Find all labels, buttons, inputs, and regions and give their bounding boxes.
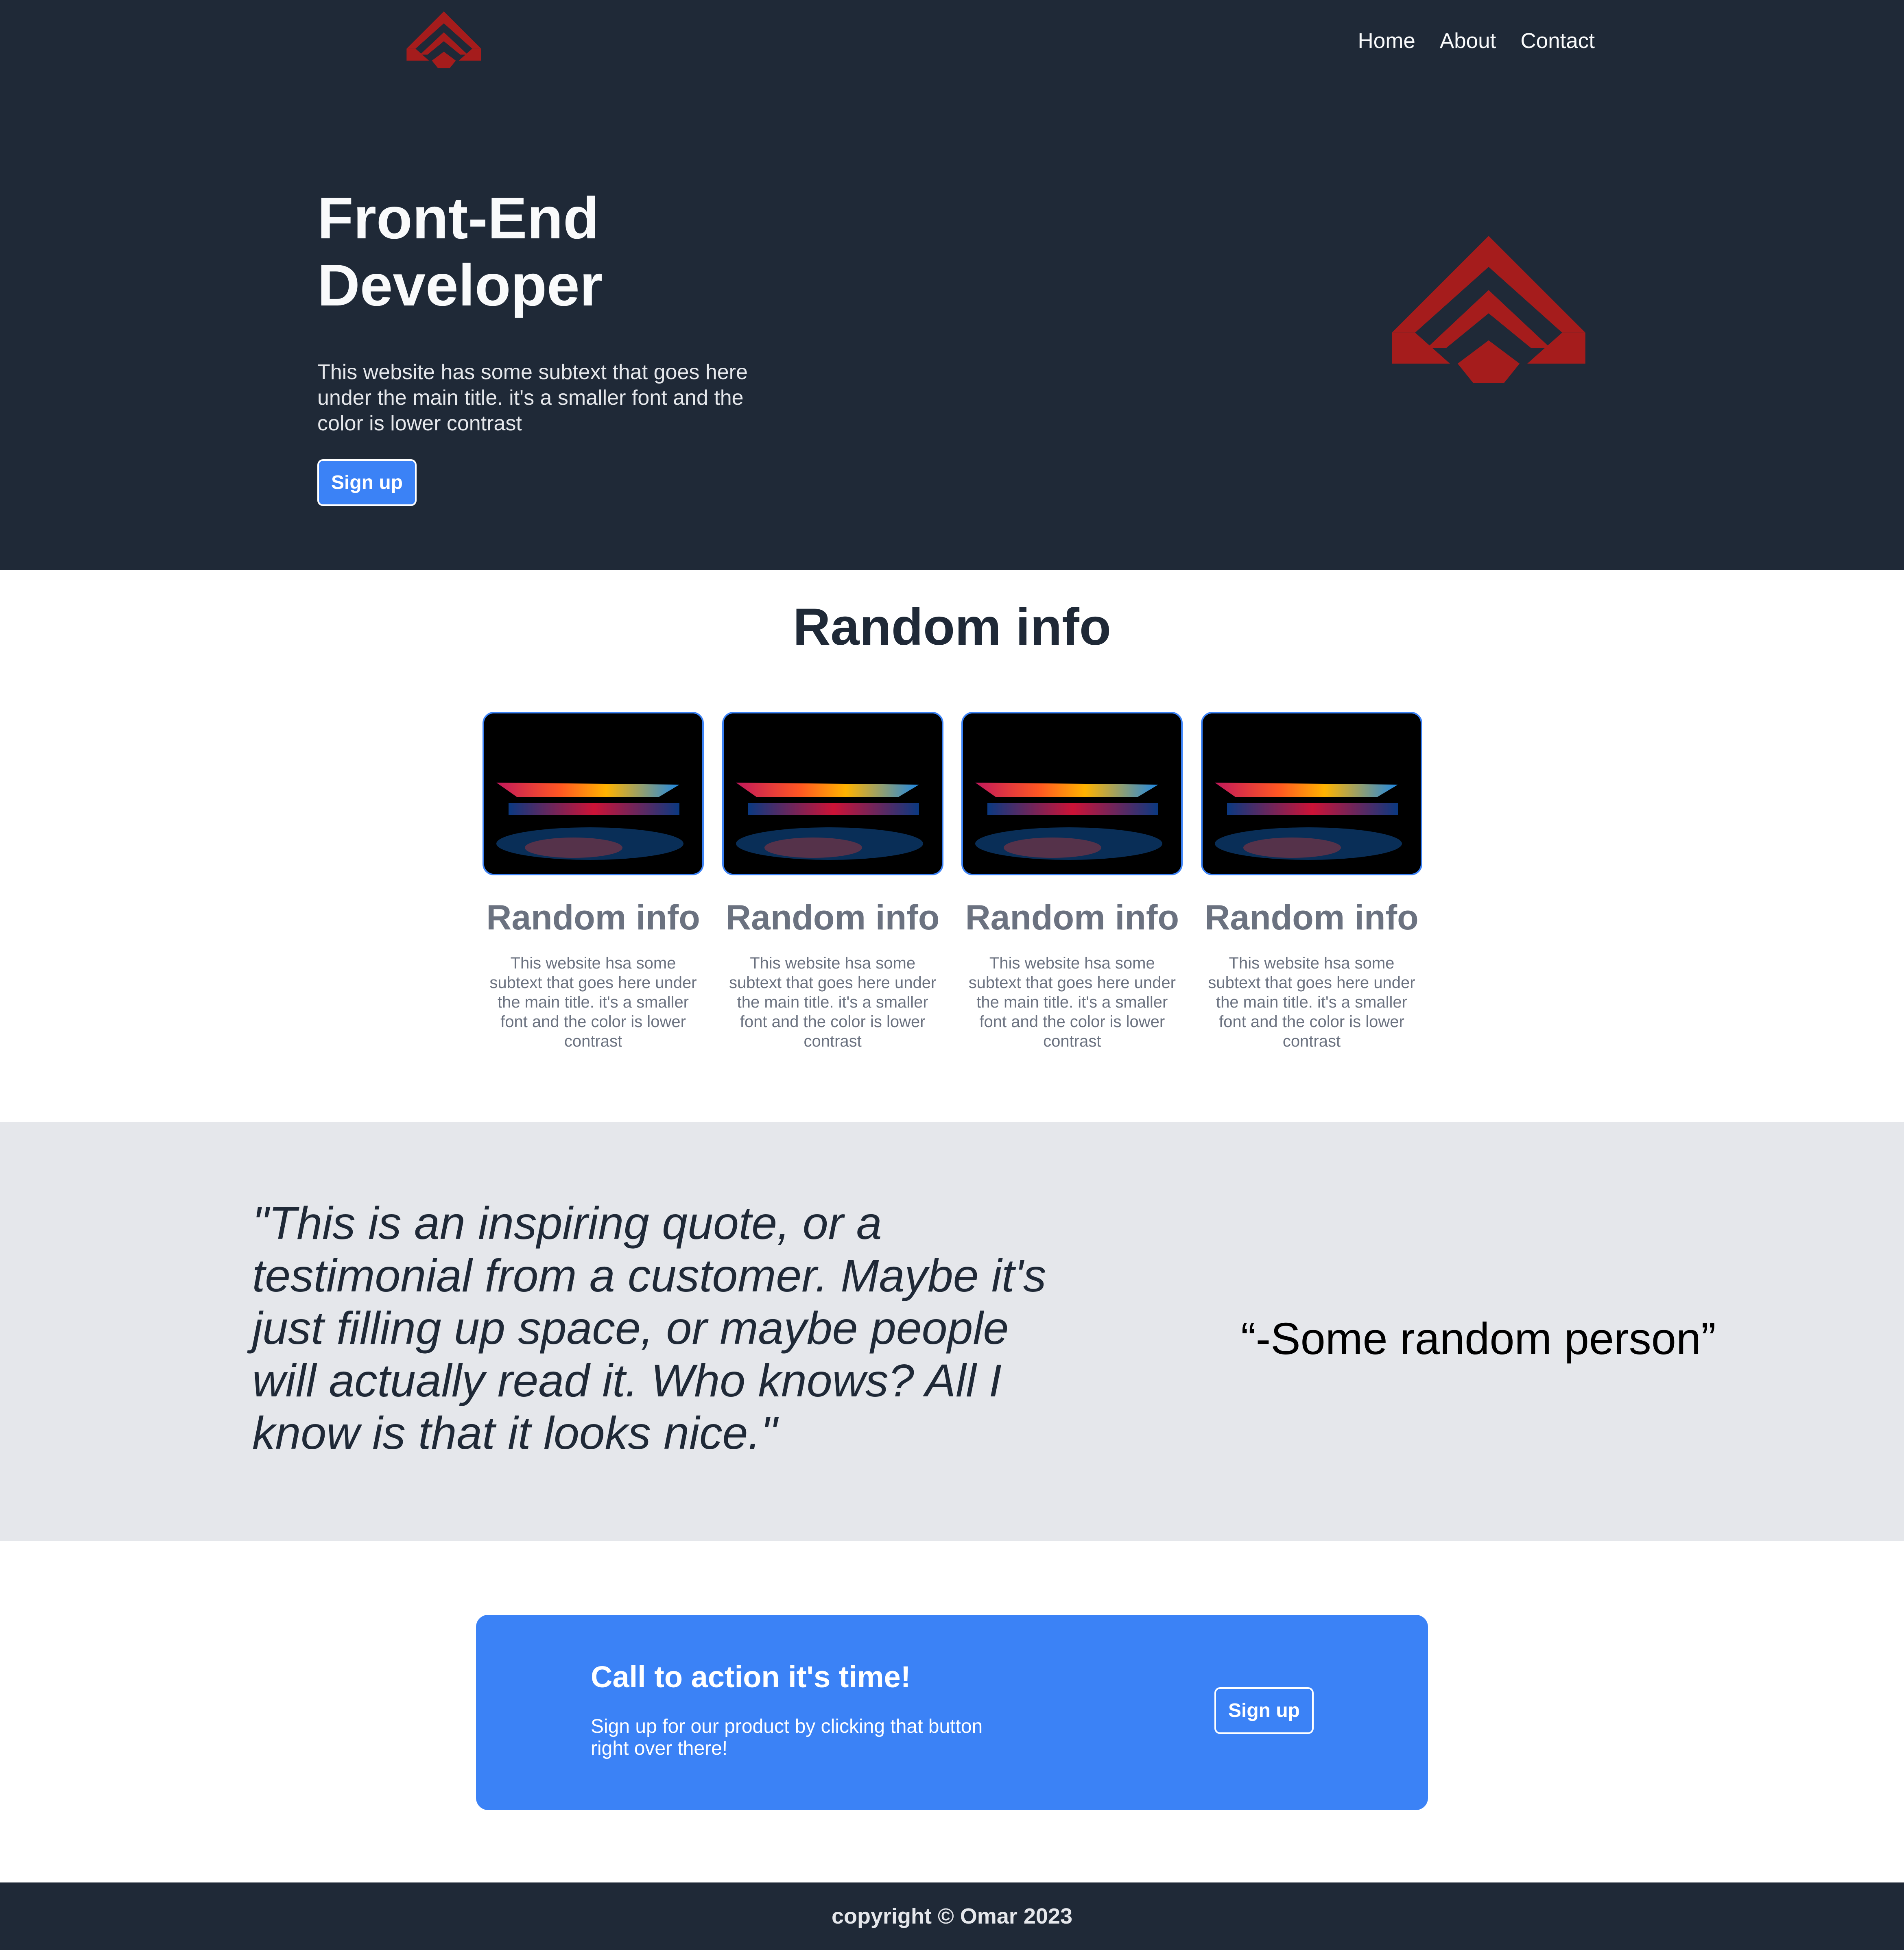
laptop-image xyxy=(722,712,943,875)
cta-title: Call to action it's time! xyxy=(591,1660,911,1694)
quote-text: "This is an inspiring quote, or a testim… xyxy=(252,1197,1046,1459)
laptop-image xyxy=(1201,712,1422,875)
page: Home About Contact Front-End Developer T… xyxy=(0,0,1904,1950)
hero-signup-button[interactable]: Sign up xyxy=(317,459,417,506)
hero-text: Front-End Developer This website has som… xyxy=(317,185,785,506)
nav-contact-link[interactable]: Contact xyxy=(1520,28,1595,53)
red-chevron-logo-icon[interactable] xyxy=(406,11,482,79)
nav-home-link[interactable]: Home xyxy=(1358,28,1415,53)
card-text: This website hsa some subtext that goes … xyxy=(1208,954,1415,1050)
card-title: Random info xyxy=(725,898,940,937)
cta-text: Sign up for our product by clicking that… xyxy=(591,1716,983,1759)
laptop-image xyxy=(961,712,1183,875)
info-cards: Random info This website hsa some subtex… xyxy=(483,712,1422,1051)
info-card: Random info This website hsa some subtex… xyxy=(483,712,704,1051)
nav-about-link[interactable]: About xyxy=(1440,28,1496,53)
card-title: Random info xyxy=(965,898,1179,937)
card-text: This website hsa some subtext that goes … xyxy=(489,954,697,1050)
call-to-action: Call to action it's time! Sign up for ou… xyxy=(476,1615,1428,1810)
info-card: Random info This website hsa some subtex… xyxy=(722,712,943,1051)
cta-signup-button[interactable]: Sign up xyxy=(1214,1687,1314,1734)
card-text: This website hsa some subtext that goes … xyxy=(729,954,937,1050)
card-title: Random info xyxy=(1205,898,1419,937)
info-card: Random info This website hsa some subtex… xyxy=(1201,712,1422,1051)
main-nav: Home About Contact xyxy=(1358,28,1595,53)
quote-author: “-Some random person” xyxy=(1241,1314,1716,1364)
info-section-title: Random info xyxy=(793,598,1111,656)
hero-section: Home About Contact Front-End Developer T… xyxy=(0,0,1904,570)
card-title: Random info xyxy=(486,898,700,937)
info-card: Random info This website hsa some subtex… xyxy=(961,712,1183,1051)
hero-logo-icon xyxy=(1392,236,1585,383)
copyright-text: copyright © Omar 2023 xyxy=(832,1904,1072,1928)
footer: copyright © Omar 2023 xyxy=(0,1882,1904,1950)
hero-subtext: This website has some subtext that goes … xyxy=(317,360,748,435)
card-text: This website hsa some subtext that goes … xyxy=(968,954,1176,1050)
quote-section: "This is an inspiring quote, or a testim… xyxy=(0,1122,1904,1541)
hero-title: Front-End Developer xyxy=(317,185,603,318)
laptop-image xyxy=(483,712,704,875)
